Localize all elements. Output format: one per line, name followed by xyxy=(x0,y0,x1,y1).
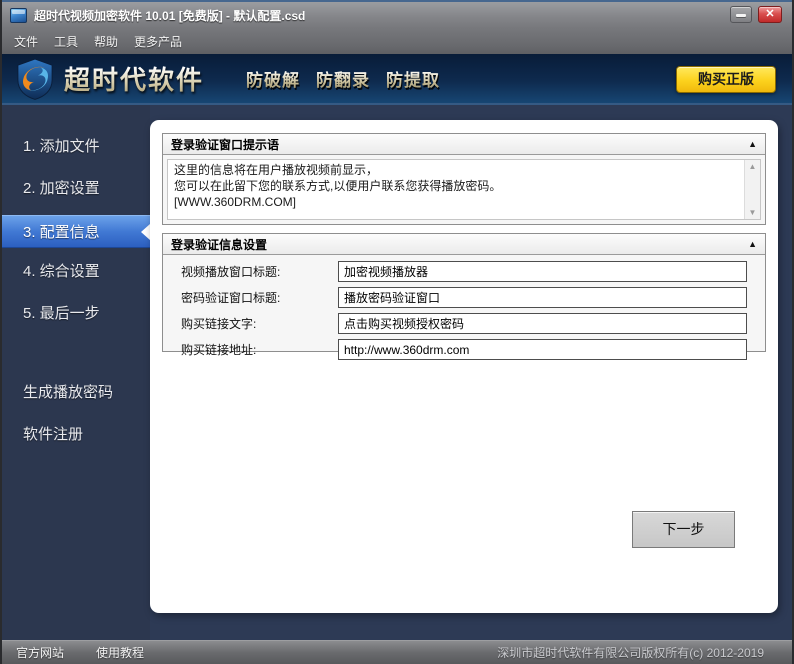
sidebar-step-add-files[interactable]: 1. 添加文件 xyxy=(2,132,150,162)
login-prompt-group: 登录验证窗口提示语 ▲ 这里的信息将在用户播放视频前显示， 您可以在此留下您的联… xyxy=(162,133,766,225)
buy-link-text-label: 购买链接文字: xyxy=(163,315,338,332)
menubar: 文件 工具 帮助 更多产品 xyxy=(2,28,792,54)
buy-link-url-input[interactable] xyxy=(338,339,747,360)
official-website-link[interactable]: 官方网站 xyxy=(16,644,64,661)
sidebar-step-final-step[interactable]: 5. 最后一步 xyxy=(2,299,150,329)
menu-help[interactable]: 帮助 xyxy=(86,33,126,50)
menu-more-products[interactable]: 更多产品 xyxy=(126,33,190,50)
badge-anti-record: 防翻录 xyxy=(316,66,370,91)
status-footer: 官方网站 使用教程 深圳市超时代软件有限公司版权所有(c) 2012-2019 xyxy=(2,640,792,664)
login-prompt-group-header[interactable]: 登录验证窗口提示语 ▲ xyxy=(163,134,765,155)
login-info-group-header[interactable]: 登录验证信息设置 ▲ xyxy=(163,234,765,255)
sidebar-step-encrypt-settings[interactable]: 2. 加密设置 xyxy=(2,174,150,204)
scrollbar[interactable]: ▲ ▼ xyxy=(744,160,760,219)
buy-link-text-input[interactable] xyxy=(338,313,747,334)
brand-banner: 超时代软件 防破解 防翻录 防提取 购买正版 xyxy=(2,54,792,105)
scroll-down-icon[interactable]: ▼ xyxy=(745,208,760,217)
field-row-player-title: 视频播放窗口标题: xyxy=(163,261,765,282)
app-window: 超时代视频加密软件 10.01 [免费版] - 默认配置.csd ✕ 文件 工具… xyxy=(0,0,794,664)
field-row-buy-link-text: 购买链接文字: xyxy=(163,313,765,334)
collapse-arrow-icon[interactable]: ▲ xyxy=(748,239,757,249)
sidebar-step-config-info[interactable]: 3. 配置信息 xyxy=(2,215,150,248)
app-icon xyxy=(10,8,27,23)
login-prompt-group-title: 登录验证窗口提示语 xyxy=(171,136,279,153)
login-prompt-textarea[interactable]: 这里的信息将在用户播放视频前显示， 您可以在此留下您的联系方式,以便用户联系您获… xyxy=(167,159,761,220)
close-button[interactable]: ✕ xyxy=(758,6,782,23)
password-window-title-label: 密码验证窗口标题: xyxy=(163,289,338,306)
player-window-title-input[interactable] xyxy=(338,261,747,282)
menu-file[interactable]: 文件 xyxy=(6,33,46,50)
buy-genuine-button[interactable]: 购买正版 xyxy=(676,66,776,93)
sidebar-software-register[interactable]: 软件注册 xyxy=(2,420,150,450)
login-info-group: 登录验证信息设置 ▲ 视频播放窗口标题: 密码验证窗口标题: 购买链接文字: 购… xyxy=(162,233,766,352)
collapse-arrow-icon[interactable]: ▲ xyxy=(748,139,757,149)
shield-logo-icon xyxy=(16,58,54,100)
window-title: 超时代视频加密软件 10.01 [免费版] - 默认配置.csd xyxy=(34,7,305,24)
login-info-group-title: 登录验证信息设置 xyxy=(171,236,267,253)
field-row-buy-link-url: 购买链接地址: xyxy=(163,339,765,360)
password-window-title-input[interactable] xyxy=(338,287,747,308)
sidebar-step-general-settings[interactable]: 4. 综合设置 xyxy=(2,257,150,287)
menu-tools[interactable]: 工具 xyxy=(46,33,86,50)
scroll-up-icon[interactable]: ▲ xyxy=(745,162,760,171)
content-panel: 登录验证窗口提示语 ▲ 这里的信息将在用户播放视频前显示， 您可以在此留下您的联… xyxy=(150,120,778,613)
sidebar-generate-password[interactable]: 生成播放密码 xyxy=(2,378,150,408)
titlebar[interactable]: 超时代视频加密软件 10.01 [免费版] - 默认配置.csd ✕ xyxy=(2,0,792,28)
feature-badges: 防破解 防翻录 防提取 xyxy=(246,66,440,91)
buy-link-url-label: 购买链接地址: xyxy=(163,341,338,358)
player-window-title-label: 视频播放窗口标题: xyxy=(163,263,338,280)
badge-anti-crack: 防破解 xyxy=(246,66,300,91)
minimize-button[interactable] xyxy=(730,6,752,23)
main-area: 1. 添加文件 2. 加密设置 3. 配置信息 4. 综合设置 5. 最后一步 … xyxy=(2,105,792,640)
copyright-text: 深圳市超时代软件有限公司版权所有(c) 2012-2019 xyxy=(497,644,764,661)
sidebar: 1. 添加文件 2. 加密设置 3. 配置信息 4. 综合设置 5. 最后一步 … xyxy=(2,105,150,640)
tutorial-link[interactable]: 使用教程 xyxy=(96,644,144,661)
window-controls: ✕ xyxy=(730,6,782,23)
field-row-password-window-title: 密码验证窗口标题: xyxy=(163,287,765,308)
badge-anti-extract: 防提取 xyxy=(386,66,440,91)
login-prompt-text[interactable]: 这里的信息将在用户播放视频前显示， 您可以在此留下您的联系方式,以便用户联系您获… xyxy=(174,162,738,217)
next-step-button[interactable]: 下一步 xyxy=(632,511,735,548)
brand-name: 超时代软件 xyxy=(64,60,204,97)
